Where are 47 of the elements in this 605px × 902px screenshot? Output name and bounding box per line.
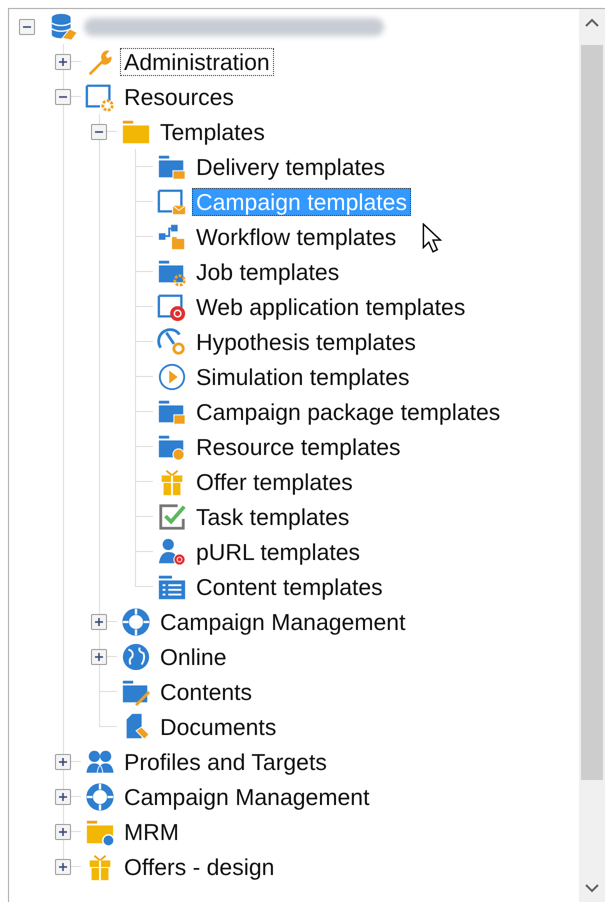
- tree-item[interactable]: Campaign Management: [156, 608, 410, 636]
- mouse-cursor-icon: [422, 223, 444, 255]
- expand-toggle[interactable]: [91, 648, 107, 664]
- tree-item[interactable]: Job templates: [192, 258, 344, 286]
- tree-item[interactable]: Documents: [156, 712, 280, 740]
- window-envelope-icon: [157, 186, 187, 216]
- tree-item[interactable]: Contents: [156, 678, 256, 706]
- gauge-icon: [157, 326, 187, 356]
- window-at-sign-icon: [157, 292, 187, 322]
- tree-item[interactable]: Profiles and Targets: [120, 748, 331, 776]
- window-gear-icon: [85, 82, 115, 112]
- tree-item[interactable]: Content templates: [192, 572, 387, 600]
- tree-item[interactable]: Offer templates: [192, 468, 357, 496]
- tree-item[interactable]: Online: [156, 642, 230, 670]
- tree-item[interactable]: Hypothesis templates: [192, 328, 420, 356]
- checkbox-icon: [157, 502, 187, 532]
- tree-item[interactable]: Web application templates: [192, 292, 470, 320]
- person-at-sign-icon: [157, 536, 187, 566]
- tree-item[interactable]: Resource templates: [192, 432, 405, 460]
- expand-toggle[interactable]: [91, 124, 107, 140]
- tree-item[interactable]: Offers - design: [120, 852, 278, 880]
- tree-item[interactable]: Workflow templates: [192, 222, 400, 250]
- tree-item[interactable]: pURL templates: [192, 538, 364, 566]
- tree-item[interactable]: Administration: [120, 48, 274, 76]
- tree-item[interactable]: Campaign package templates: [192, 398, 504, 426]
- tree-item[interactable]: Campaign Management: [120, 782, 374, 810]
- tree-item[interactable]: MRM: [120, 818, 183, 846]
- play-icon: [157, 362, 187, 392]
- scrollbar-thumb[interactable]: [581, 45, 603, 780]
- expand-toggle[interactable]: [91, 614, 107, 630]
- tree-item[interactable]: Task templates: [192, 502, 354, 530]
- tree-item[interactable]: Delivery templates: [192, 152, 390, 180]
- tree-item[interactable]: Simulation templates: [192, 362, 414, 390]
- expand-toggle[interactable]: [55, 858, 71, 874]
- tree-item[interactable]: Resources: [120, 82, 238, 110]
- expand-toggle[interactable]: [19, 18, 35, 34]
- lifebuoy-icon: [121, 606, 151, 636]
- tree-item[interactable]: Templates: [156, 118, 269, 146]
- lifebuoy-icon: [85, 782, 115, 812]
- expand-toggle[interactable]: [55, 754, 71, 770]
- database-icon: [49, 12, 79, 42]
- globe-icon: [121, 642, 151, 672]
- expand-toggle[interactable]: [55, 54, 71, 70]
- expand-toggle[interactable]: [55, 88, 71, 104]
- vertical-scrollbar[interactable]: [579, 9, 605, 902]
- expand-toggle[interactable]: [55, 788, 71, 804]
- expand-toggle[interactable]: [55, 824, 71, 840]
